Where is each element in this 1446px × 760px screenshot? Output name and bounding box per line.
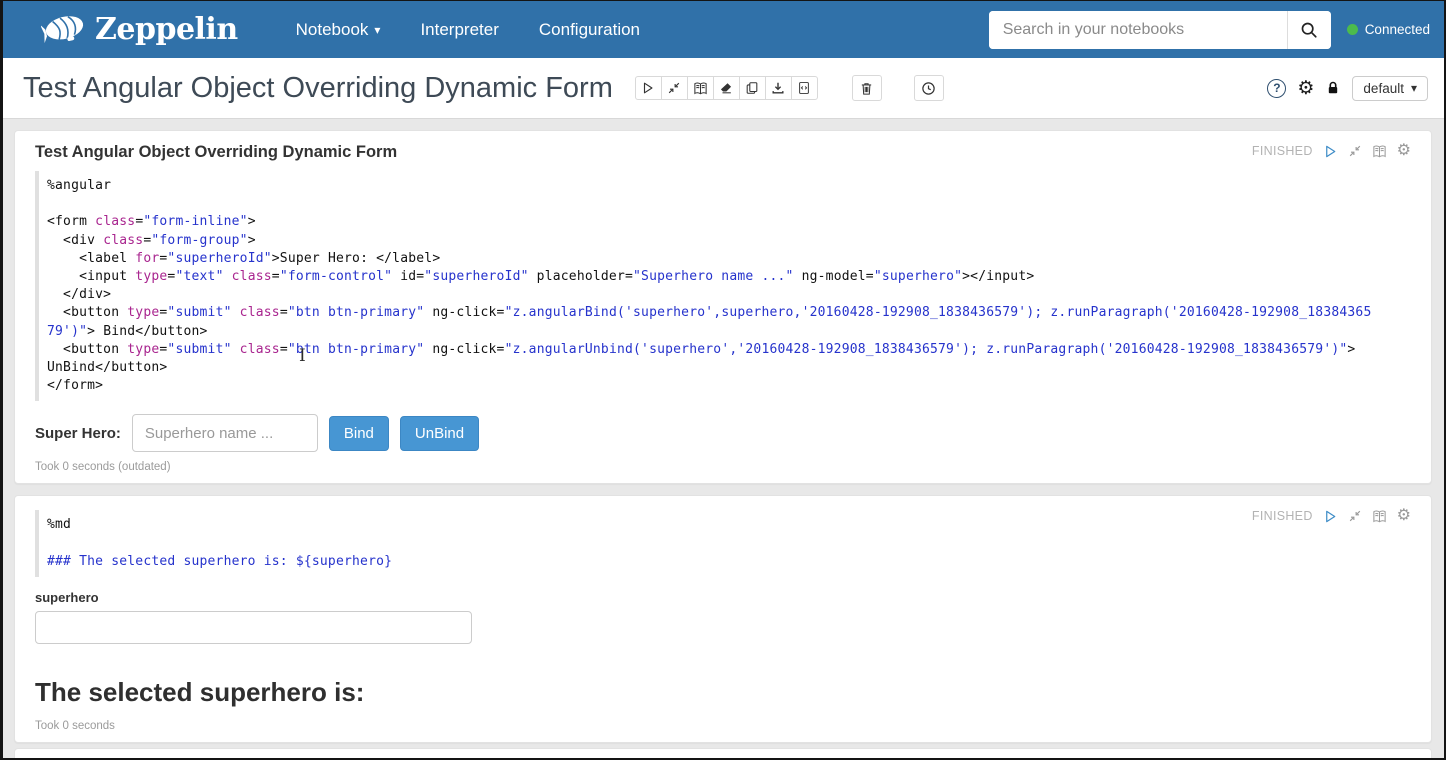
code-file-icon [797,81,811,95]
download-icon [771,81,785,95]
clear-output-button[interactable] [713,76,740,100]
compress-icon [1348,144,1362,158]
search-button[interactable] [1287,11,1331,49]
play-icon [1323,509,1338,524]
gear-icon: ⚙ [1397,507,1411,524]
collapse-paragraph-button[interactable] [1348,509,1362,523]
paragraph-controls: FINISHED ⚙ [1252,143,1411,159]
scheduler-button[interactable] [914,75,944,101]
play-icon [641,81,655,95]
search-icon [1300,21,1318,39]
version-control-button[interactable] [791,76,818,100]
clone-note-button[interactable] [739,76,766,100]
nav-item-configuration[interactable]: Configuration [519,20,660,40]
run-paragraph-button[interactable] [1323,509,1338,524]
show-editor-button[interactable] [1372,144,1387,159]
code-editor[interactable]: %angular <form class="form-inline"> <div… [35,171,1411,401]
paragraph-controls: FINISHED ⚙ [1252,508,1411,524]
nav-item-interpreter[interactable]: Interpreter [400,20,518,40]
superhero-input[interactable] [132,414,318,452]
notebook-search [989,11,1331,49]
unbind-button[interactable]: UnBind [400,416,479,451]
connection-status: Connected [1347,22,1430,37]
lock-icon [1325,80,1341,96]
angular-form-output: Super Hero: Bind UnBind [35,414,1411,452]
superhero-label: Super Hero: [35,425,121,442]
note-settings-button[interactable]: ⚙ [1297,79,1314,98]
collapse-all-button[interactable] [661,76,688,100]
gear-icon: ⚙ [1297,78,1314,99]
status-badge: FINISHED [1252,509,1313,523]
run-all-button[interactable] [635,76,662,100]
code-editor[interactable]: %md ### The selected superhero is: ${sup… [35,510,1411,577]
show-editor-button[interactable] [1372,509,1387,524]
play-icon [1323,144,1338,159]
book-icon [1372,144,1387,159]
note-title[interactable]: Test Angular Object Overriding Dynamic F… [23,72,613,105]
remove-note-button[interactable] [852,75,882,101]
permissions-button[interactable] [1325,80,1341,96]
compress-icon [667,81,681,95]
paragraph-card-1: Test Angular Object Overriding Dynamic F… [14,130,1432,484]
execution-time: Took 0 seconds [35,720,1411,732]
question-icon: ? [1273,81,1280,95]
nav-item-notebook[interactable]: Notebook ▾ [276,20,401,40]
paragraph-settings-button[interactable]: ⚙ [1397,143,1411,159]
next-paragraph-peek [14,748,1432,760]
zeppelin-logo-icon [41,11,87,49]
status-badge: FINISHED [1252,144,1313,158]
run-paragraph-button[interactable] [1323,144,1338,159]
navbar: Zeppelin Notebook ▾ Interpreter Configur… [3,1,1444,58]
caret-down-icon: ▾ [1411,82,1417,94]
note-right-tools: ? ⚙ default ▾ [1267,76,1428,101]
superhero-field-label: superhero [35,590,1411,605]
clock-icon [921,81,936,96]
compress-icon [1348,509,1362,523]
paragraph-card-2: FINISHED ⚙ %md ### The selected superher… [14,495,1432,743]
trash-icon [859,81,874,96]
caret-down-icon: ▾ [374,24,380,36]
note-header: Test Angular Object Overriding Dynamic F… [3,58,1444,119]
show-hide-code-button[interactable] [687,76,714,100]
connected-dot-icon [1347,24,1358,35]
interpreter-binding-dropdown[interactable]: default ▾ [1352,76,1428,101]
execution-time: Took 0 seconds (outdated) [35,461,1411,473]
brand-text: Zeppelin [95,12,238,47]
note-toolbar [635,76,818,100]
nav-menu: Notebook ▾ Interpreter Configuration [276,20,660,40]
bind-button[interactable]: Bind [329,416,389,451]
gear-icon: ⚙ [1397,142,1411,159]
paragraph-settings-button[interactable]: ⚙ [1397,508,1411,524]
book-icon [1372,509,1387,524]
eraser-icon [719,81,733,95]
zeppelin-app: Zeppelin Notebook ▾ Interpreter Configur… [0,0,1446,760]
collapse-paragraph-button[interactable] [1348,144,1362,158]
md-output-heading: The selected superhero is: [35,677,1411,708]
paragraph-title: Test Angular Object Overriding Dynamic F… [35,143,397,162]
book-icon [693,81,708,96]
help-button[interactable]: ? [1267,79,1286,98]
export-note-button[interactable] [765,76,792,100]
search-input[interactable] [989,11,1287,49]
copy-icon [745,81,759,95]
brand[interactable]: Zeppelin [41,11,238,49]
superhero-field-input[interactable] [35,611,472,644]
